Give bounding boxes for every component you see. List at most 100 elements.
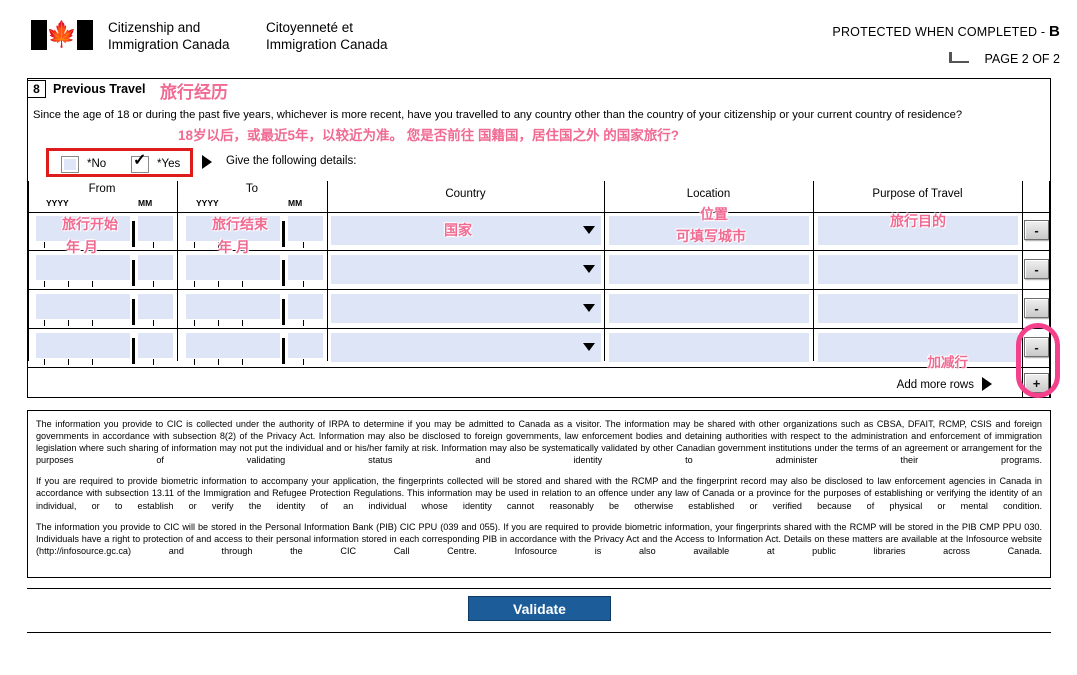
- to-annotation-cn-2: 年 月: [218, 239, 250, 255]
- date-separator: [132, 260, 135, 286]
- page-header: 🍁 Citizenship and Immigration Canada Cit…: [0, 0, 1077, 66]
- form-page: 🍁 Citizenship and Immigration Canada Cit…: [0, 0, 1077, 675]
- from-year-input-row4[interactable]: [36, 333, 130, 358]
- checkbox-yes[interactable]: ✓: [131, 152, 149, 173]
- remove-row-button-3[interactable]: -: [1024, 298, 1049, 318]
- from-month-input-row4[interactable]: [138, 333, 173, 358]
- table-row: -: [28, 330, 1050, 368]
- from-annotation-cn: 旅行开始: [62, 216, 118, 232]
- column-header-from: From YYYY MM: [28, 181, 176, 213]
- purpose-annotation-cn: 旅行目的: [890, 213, 946, 229]
- location-annotation-cn-2: 可填写城市: [676, 228, 746, 244]
- country-annotation-cn: 国家: [444, 222, 472, 238]
- date-separator: [132, 338, 135, 364]
- column-header-country: Country: [328, 181, 603, 213]
- maple-leaf-icon: 🍁: [46, 20, 78, 49]
- section-title-annotation-cn: 旅行经历: [160, 83, 228, 102]
- section-number: 8: [27, 80, 46, 98]
- date-separator: [282, 260, 285, 286]
- give-details-label: Give the following details:: [226, 155, 357, 167]
- location-annotation-cn: 位置: [700, 206, 728, 222]
- to-month-input-row2[interactable]: [288, 255, 323, 280]
- add-remove-highlight-oval: [1016, 323, 1060, 398]
- chevron-down-icon[interactable]: [583, 265, 595, 273]
- location-input-row4[interactable]: [609, 333, 809, 362]
- checkbox-yes-label: *Yes: [157, 158, 181, 170]
- column-header-from-yyyy: YYYY: [46, 198, 69, 208]
- to-month-input-row1[interactable]: [288, 216, 323, 241]
- department-name-english: Citizenship and Immigration Canada: [108, 19, 230, 53]
- footer-rule-top: [27, 588, 1051, 589]
- column-header-to-mm: MM: [288, 198, 303, 208]
- table-header-row: From YYYY MM To YYYY MM Country Location…: [28, 181, 1050, 213]
- country-select-row4[interactable]: [331, 333, 601, 362]
- yes-no-highlight-box: *No ✓ *Yes: [46, 148, 193, 177]
- pointer-triangle-icon: [982, 377, 992, 391]
- to-month-input-row3[interactable]: [288, 294, 323, 319]
- purpose-input-row2[interactable]: [818, 255, 1018, 284]
- column-header-to-yyyy: YYYY: [196, 198, 219, 208]
- page-indicator: PAGE 2 OF 2: [984, 52, 1061, 66]
- section-question-annotation-cn: 18岁以后，或最近5年，以较近为准。 您是否前往 国籍国，居住国之外 的国家旅行…: [178, 128, 680, 143]
- department-name-french: Citoyenneté et Immigration Canada: [266, 19, 388, 53]
- from-year-input-row2[interactable]: [36, 255, 130, 280]
- to-month-input-row4[interactable]: [288, 333, 323, 358]
- from-month-input-row1[interactable]: [138, 216, 173, 241]
- privacy-notice: The information you provide to CIC is co…: [27, 410, 1051, 578]
- to-year-input-row3[interactable]: [186, 294, 280, 319]
- chevron-down-icon[interactable]: [583, 304, 595, 312]
- privacy-paragraph-2: If you are required to provide biometric…: [36, 476, 1042, 511]
- privacy-paragraph-1: The information you provide to CIC is co…: [36, 419, 1042, 466]
- dept-en-line2: Immigration Canada: [108, 37, 230, 52]
- section-question: Since the age of 18 or during the past f…: [33, 109, 963, 121]
- to-year-input-row4[interactable]: [186, 333, 280, 358]
- dept-fr-line1: Citoyenneté et: [266, 20, 354, 35]
- from-month-input-row2[interactable]: [138, 255, 173, 280]
- from-month-input-row3[interactable]: [138, 294, 173, 319]
- purpose-input-row4[interactable]: [818, 333, 1018, 362]
- canada-flag-icon: 🍁: [31, 20, 93, 50]
- location-input-row2[interactable]: [609, 255, 809, 284]
- protected-label: PROTECTED WHEN COMPLETED -: [832, 25, 1049, 39]
- chevron-down-icon[interactable]: [583, 343, 595, 351]
- column-header-location-label: Location: [686, 188, 731, 200]
- chevron-down-icon[interactable]: [583, 226, 595, 234]
- validate-button[interactable]: Validate: [468, 596, 611, 621]
- from-annotation-cn-2: 年 月: [66, 239, 98, 255]
- column-header-country-label: Country: [445, 188, 486, 200]
- date-separator: [282, 221, 285, 247]
- dept-fr-line2: Immigration Canada: [266, 37, 388, 52]
- to-annotation-cn: 旅行结束: [212, 216, 268, 232]
- section-title: Previous Travel: [53, 82, 146, 96]
- checkbox-no-label: *No: [87, 158, 107, 170]
- column-header-from-label: From: [88, 183, 116, 195]
- footer-rule-bottom: [27, 632, 1051, 633]
- add-more-rows-label: Add more rows: [896, 379, 974, 391]
- protected-class-letter: B: [1048, 23, 1060, 40]
- date-separator: [282, 338, 285, 364]
- date-separator: [132, 221, 135, 247]
- to-year-input-row2[interactable]: [186, 255, 280, 280]
- column-header-purpose-label: Purpose of Travel: [872, 188, 963, 200]
- checkmark-icon: ✓: [133, 152, 147, 169]
- checkbox-no[interactable]: [61, 156, 79, 173]
- purpose-input-row3[interactable]: [818, 294, 1018, 323]
- column-header-purpose: Purpose of Travel: [814, 181, 1021, 213]
- location-input-row3[interactable]: [609, 294, 809, 323]
- table-row: -: [28, 252, 1050, 290]
- corner-bracket-icon: [949, 52, 971, 65]
- country-select-row2[interactable]: [331, 255, 601, 284]
- remove-row-button-2[interactable]: -: [1024, 259, 1049, 279]
- column-header-from-mm: MM: [138, 198, 153, 208]
- date-separator: [132, 299, 135, 325]
- from-year-input-row3[interactable]: [36, 294, 130, 319]
- remove-row-button-1[interactable]: -: [1024, 220, 1049, 240]
- privacy-paragraph-3: The information you provide to CIC will …: [36, 521, 1042, 556]
- pointer-triangle-icon: [202, 155, 212, 169]
- date-separator: [282, 299, 285, 325]
- dept-en-line1: Citizenship and: [108, 20, 201, 35]
- protected-classification: PROTECTED WHEN COMPLETED - B: [832, 23, 1060, 40]
- add-rows-annotation-cn: 加减行: [927, 355, 969, 370]
- column-header-to: To YYYY MM: [178, 181, 326, 213]
- country-select-row3[interactable]: [331, 294, 601, 323]
